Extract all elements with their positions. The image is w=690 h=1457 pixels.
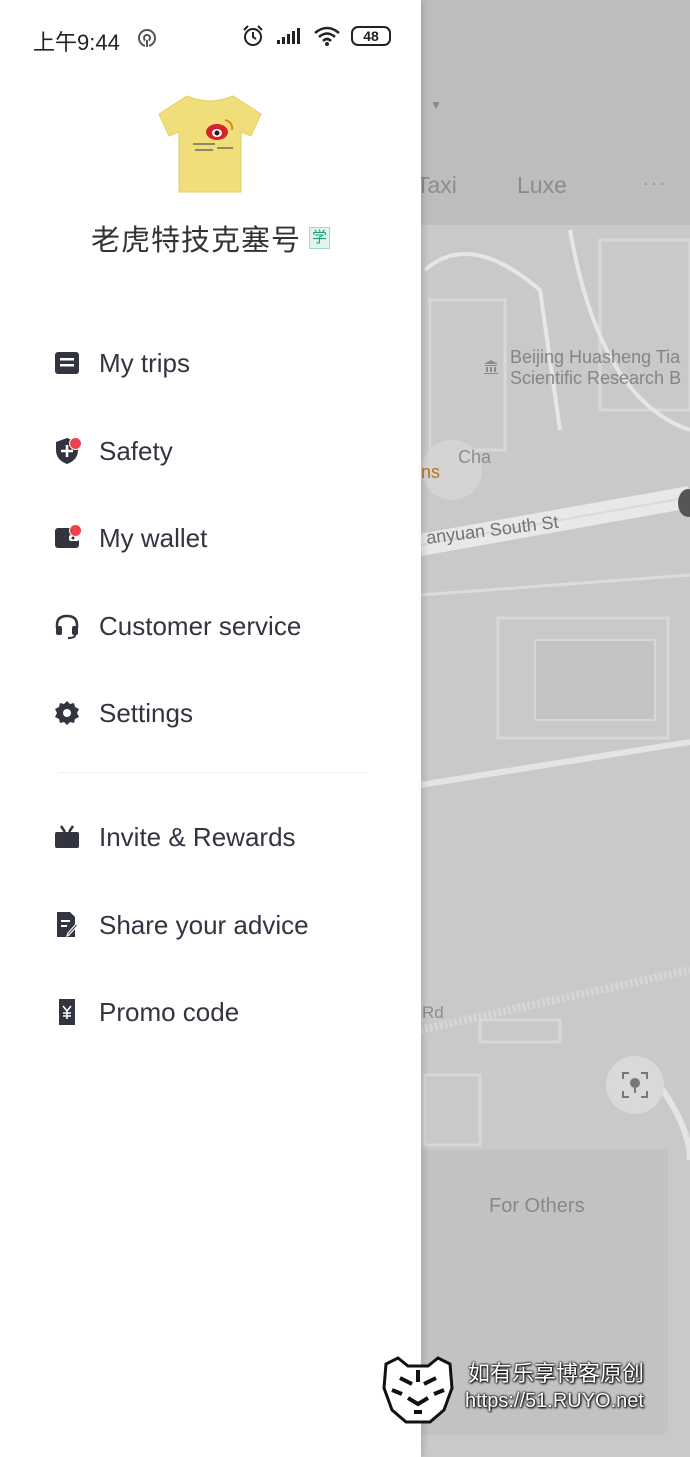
watermark-title: 如有乐享博客原创 [468,1361,645,1386]
map-place-label: Cha [458,447,492,467]
status-time: 上午9:44 [33,30,120,55]
menu-label: My wallet [99,522,208,553]
signal-icon [277,28,300,44]
menu-item-my-trips[interactable]: My trips [52,338,392,388]
menu-item-customer-service[interactable]: Customer service [52,601,392,651]
feedback-icon [52,910,82,940]
menu-label: Invite & Rewards [99,821,296,852]
gear-icon [52,698,82,728]
coupon-icon [52,997,82,1027]
menu-label: Customer service [99,610,302,641]
alarm-icon [243,25,263,46]
poi-label[interactable]: Beijing Huasheng Tia Scientific Research… [510,347,681,389]
battery-icon: 48 [351,26,391,46]
notification-dot [69,524,82,537]
menu-item-promo-code[interactable]: Promo code [52,987,392,1037]
menu-item-settings[interactable]: Settings [52,688,392,738]
poi-label-line1: Beijing Huasheng Tia [510,347,681,367]
menu-label: Settings [99,697,193,728]
locate-button[interactable] [606,1056,664,1114]
for-others-button[interactable]: For Others [489,1195,585,1218]
menu-item-invite-rewards[interactable]: Invite & Rewards [52,812,392,862]
road-label: Rd [422,1003,444,1022]
locate-icon [622,1072,648,1098]
student-badge: 学 [309,227,331,249]
side-drawer: 上午9:44 48 老虎特技克塞号 学 My trips Safety My w… [0,0,421,1457]
menu-item-safety[interactable]: Safety [52,426,392,476]
watermark-url: https://51.RUYO.net [465,1390,644,1412]
status-icons: 48 [241,24,391,48]
username: 老虎特技克塞号 [90,223,301,257]
headset-icon [52,611,82,641]
profile-name-row[interactable]: 老虎特技克塞号 学 [0,217,421,259]
wallet-icon [52,523,82,553]
avatar[interactable] [155,88,265,198]
trips-icon [52,348,82,378]
menu-label: My trips [99,347,190,378]
pickup-chip-text[interactable]: ns [421,462,440,483]
watermark: 如有乐享博客原创 https://51.RUYO.net [378,1350,678,1430]
menu-item-share-advice[interactable]: Share your advice [52,900,392,950]
museum-icon [484,360,498,374]
menu-label: Share your advice [99,909,309,940]
sync-icon [138,29,156,48]
menu-divider [58,772,368,773]
battery-level: 48 [363,28,379,44]
poi-label-line2: Scientific Research B [510,368,682,388]
menu-label: Promo code [99,996,240,1027]
shield-plus-icon [52,436,82,466]
wifi-icon [314,26,340,46]
gift-icon [52,822,82,852]
notification-dot [69,437,82,450]
tiger-logo-icon [382,1356,454,1424]
menu-label: Safety [99,435,173,466]
menu-item-my-wallet[interactable]: My wallet [52,513,392,563]
